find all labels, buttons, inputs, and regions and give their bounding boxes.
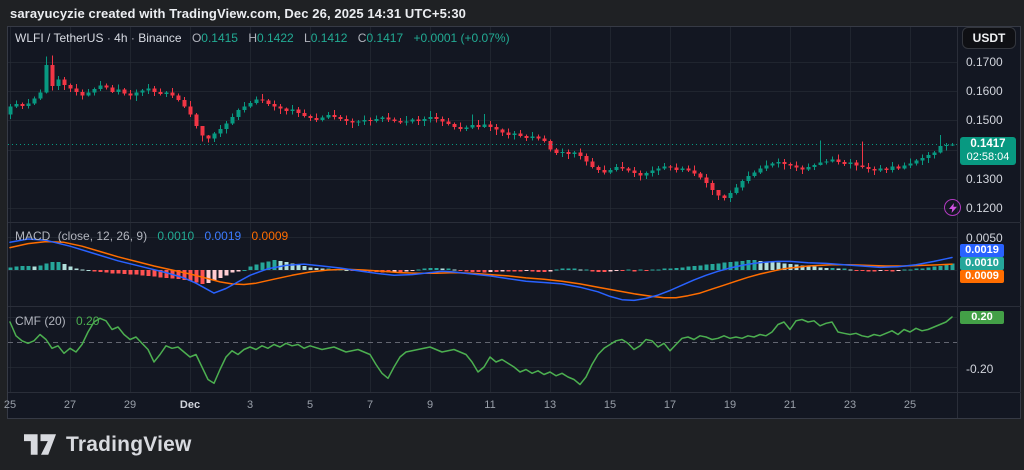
macd-axis-badge: 0.0009 (960, 270, 1004, 283)
footer-bar: TradingView (0, 419, 1024, 470)
attribution-text: sarayucyzie created with TradingView.com… (10, 6, 466, 21)
interval-label: 4h (114, 31, 127, 45)
time-axis-label: 25 (0, 399, 30, 411)
legend-separator: · (131, 31, 135, 45)
price-scale-label: 0.1200 (966, 201, 1003, 215)
open-label: O (192, 31, 201, 45)
time-axis-label: 27 (50, 399, 90, 411)
exchange-label: Binance (138, 31, 181, 45)
macd-line-value: 0.0019 (204, 229, 241, 243)
current-price-badge: 0.1417 02:58:04 (960, 137, 1016, 165)
low-value: 0.1412 (311, 31, 348, 45)
price-scale-label: 0.1600 (966, 84, 1003, 98)
lightning-icon[interactable] (944, 199, 961, 216)
tradingview-wordmark[interactable]: TradingView (66, 433, 192, 457)
macd-scale-label: 0.0050 (966, 231, 1003, 245)
symbol-legend[interactable]: WLFI / TetherUS · 4h · Binance O0.1415 H… (15, 31, 510, 45)
time-axis-label: 3 (230, 399, 270, 411)
time-axis-label: 17 (650, 399, 690, 411)
cmf-value: 0.20 (76, 314, 99, 328)
tradingview-snapshot: sarayucyzie created with TradingView.com… (0, 0, 1024, 470)
open-value: 0.1415 (201, 31, 238, 45)
tradingview-logo-icon[interactable] (24, 434, 57, 455)
lightning-bolt-glyph (949, 203, 957, 213)
bar-countdown: 02:58:04 (962, 151, 1014, 164)
time-axis-label: 25 (890, 399, 930, 411)
attribution-bar: sarayucyzie created with TradingView.com… (0, 0, 1024, 26)
change-value: +0.0001 (+0.07%) (414, 31, 510, 45)
legend-separator: · (107, 31, 111, 45)
price-scale-label: 0.1500 (966, 113, 1003, 127)
low-label: L (304, 31, 311, 45)
close-value: 0.1417 (366, 31, 403, 45)
macd-axis-badge: 0.0010 (960, 257, 1004, 270)
chart-area[interactable] (7, 26, 1021, 419)
time-axis-label: 13 (530, 399, 570, 411)
currency-toggle-button[interactable]: USDT (962, 27, 1016, 49)
cmf-scale-label: -0.20 (966, 362, 993, 376)
macd-axis-badge: 0.0019 (960, 244, 1004, 257)
time-axis-label: Dec (170, 399, 210, 411)
time-axis-label: 21 (770, 399, 810, 411)
cmf-axis-badge: 0.20 (960, 311, 1004, 324)
cmf-legend[interactable]: CMF (20) 0.20 (15, 314, 99, 328)
current-price-value: 0.1417 (962, 138, 1014, 151)
time-axis-label: 23 (830, 399, 870, 411)
macd-signal-value: 0.0009 (252, 229, 289, 243)
macd-params: (close, 12, 26, 9) (58, 229, 147, 243)
high-label: H (248, 31, 257, 45)
macd-title: MACD (15, 229, 50, 243)
cmf-title: CMF (20) (15, 314, 66, 328)
time-axis-label: 9 (410, 399, 450, 411)
time-axis-label: 11 (470, 399, 510, 411)
time-axis-label: 5 (290, 399, 330, 411)
price-scale-label: 0.1300 (966, 172, 1003, 186)
time-axis-label: 7 (350, 399, 390, 411)
high-value: 0.1422 (257, 31, 294, 45)
macd-legend[interactable]: MACD (close, 12, 26, 9) 0.0010 0.0019 0.… (15, 229, 288, 243)
price-scale-label: 0.1700 (966, 55, 1003, 69)
time-axis-label: 15 (590, 399, 630, 411)
time-axis-label: 29 (110, 399, 150, 411)
symbol-name: WLFI / TetherUS (15, 31, 103, 45)
macd-hist-value: 0.0010 (157, 229, 194, 243)
time-axis-label: 19 (710, 399, 750, 411)
